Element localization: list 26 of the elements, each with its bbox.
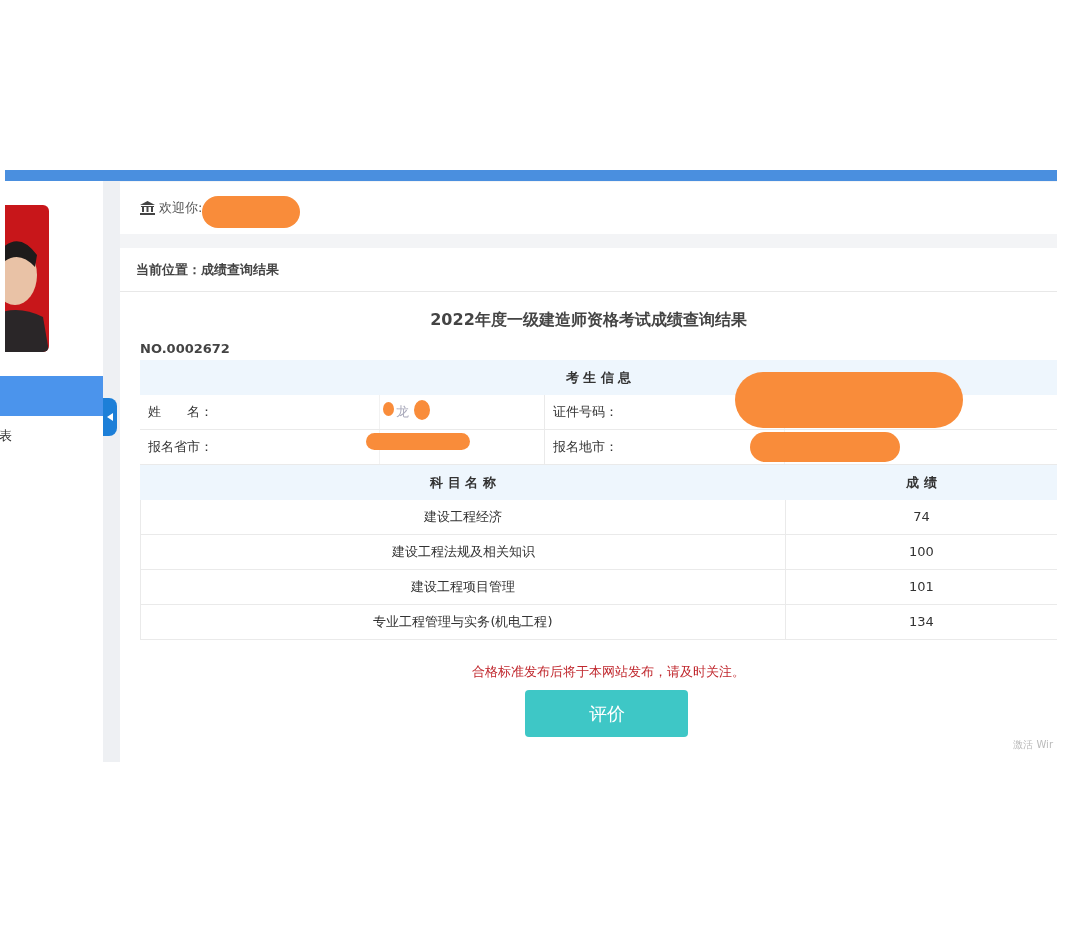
- table-cell: 建设工程法规及相关知识: [141, 535, 786, 569]
- welcome-text: 欢迎你:: [159, 199, 203, 218]
- notice-text: 合格标准发布后将于本网站发布，请及时关注。: [472, 663, 745, 681]
- breadcrumb: 当前位置：成绩查询结果: [136, 260, 279, 279]
- field-label: 报名地市：: [553, 438, 618, 457]
- table-cell-text: 100: [908, 543, 935, 562]
- page-title: 2022年度一级建造师资格考试成绩查询结果: [430, 309, 747, 331]
- record-number: NO.0002672: [140, 341, 230, 356]
- bank-icon: [140, 201, 155, 215]
- table-cell-text: 74: [912, 508, 931, 527]
- caret-icon: [107, 413, 113, 421]
- field-label: 姓 名：: [148, 403, 213, 422]
- redaction-mark: [383, 402, 394, 416]
- activation-text: 激活 Wir: [1013, 737, 1053, 752]
- table-cell: 建设工程经济: [141, 500, 786, 534]
- column-header: 成 绩: [905, 473, 938, 492]
- table-cell-text: 134: [908, 613, 935, 632]
- table-cell: 专业工程管理与实务(机电工程): [141, 605, 786, 639]
- section-heading: 考 生 信 息: [565, 368, 632, 387]
- field-label: 报名省市：: [148, 438, 213, 457]
- field-value: 龙: [396, 403, 409, 422]
- column-header: 科 目 名 称: [429, 473, 497, 492]
- table-cell-text: 101: [908, 578, 935, 597]
- field-label: 证件号码：: [553, 403, 618, 422]
- collapse-toggle[interactable]: [103, 398, 117, 436]
- table-cell: 建设工程项目管理: [141, 570, 786, 604]
